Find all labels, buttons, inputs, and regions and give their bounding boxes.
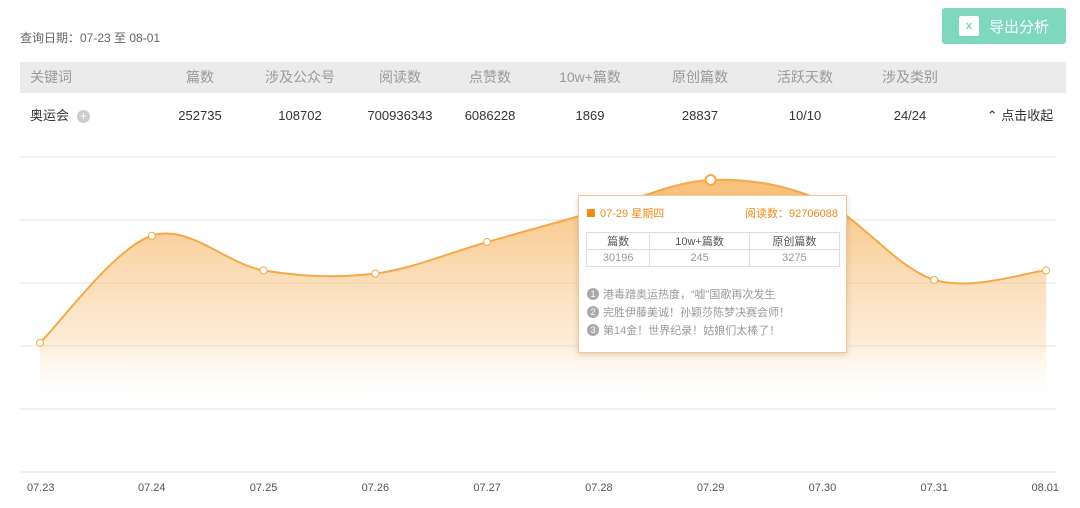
data-point: [930, 275, 939, 284]
tooltip-date: 07-29 星期四: [587, 205, 664, 221]
x-tick-label: 07.24: [138, 482, 166, 494]
chart-tooltip: 07-29 星期四 阅读数：92706088 篇数 10w+篇数 原创篇数 3019…: [578, 195, 847, 353]
tt-v-original: 3275: [748, 249, 841, 267]
tt-h-10w: 10w+篇数: [649, 232, 750, 250]
x-tick-label: 07.23: [27, 482, 55, 494]
data-point: [1042, 266, 1050, 275]
tooltip-reads: 阅读数：92706088: [745, 208, 838, 220]
tooltip-table: 篇数 10w+篇数 原创篇数 30196 245 3275: [585, 232, 841, 267]
x-tick-label: 07.27: [473, 482, 501, 494]
rank-icon: 3: [587, 324, 599, 336]
tt-h-original: 原创篇数: [748, 232, 841, 250]
x-tick-label: 07.28: [585, 482, 613, 494]
x-tick-label: 07.29: [697, 482, 725, 494]
tt-h-articles: 篇数: [585, 232, 651, 250]
x-tick-label: 07.26: [362, 482, 390, 494]
reads-chart: 07.23 07.24 07.25 07.26 07.27 07.28 07.29 07.30…: [20, 156, 1059, 494]
data-point: [483, 238, 492, 247]
x-tick-label: 07.31: [920, 482, 948, 494]
news-item[interactable]: 1 港毒蹭奥运热度，“嘘”国歌再次发生: [587, 286, 775, 302]
news-title: 完胜伊藤美诚！孙颖莎陈梦决赛会师！: [603, 307, 790, 319]
area-fill: [40, 179, 1046, 409]
news-title: 第14金！世界纪录！姑娘们太棒了！: [603, 325, 781, 337]
data-point: [259, 266, 268, 275]
legend-square-icon: [587, 209, 595, 217]
tooltip-date-text: 07-29 星期四: [600, 208, 665, 220]
news-item[interactable]: 2 完胜伊藤美诚！孙颖莎陈梦决赛会师！: [587, 304, 790, 320]
rank-icon: 1: [587, 288, 599, 300]
data-point: [36, 338, 44, 347]
x-tick-label: 07.25: [250, 482, 278, 494]
x-tick-label: 08.01: [1031, 482, 1059, 494]
data-point: [371, 269, 380, 278]
news-title: 港毒蹭奥运热度，“嘘”国歌再次发生: [603, 289, 776, 301]
x-tick-label: 07.30: [809, 482, 837, 494]
tt-v-articles: 30196: [585, 249, 651, 267]
data-point: [147, 231, 156, 240]
tt-v-10w: 245: [649, 249, 750, 267]
data-point: [704, 173, 717, 186]
news-item[interactable]: 3 第14金！世界纪录！姑娘们太棒了！: [587, 322, 780, 338]
rank-icon: 2: [587, 306, 599, 318]
